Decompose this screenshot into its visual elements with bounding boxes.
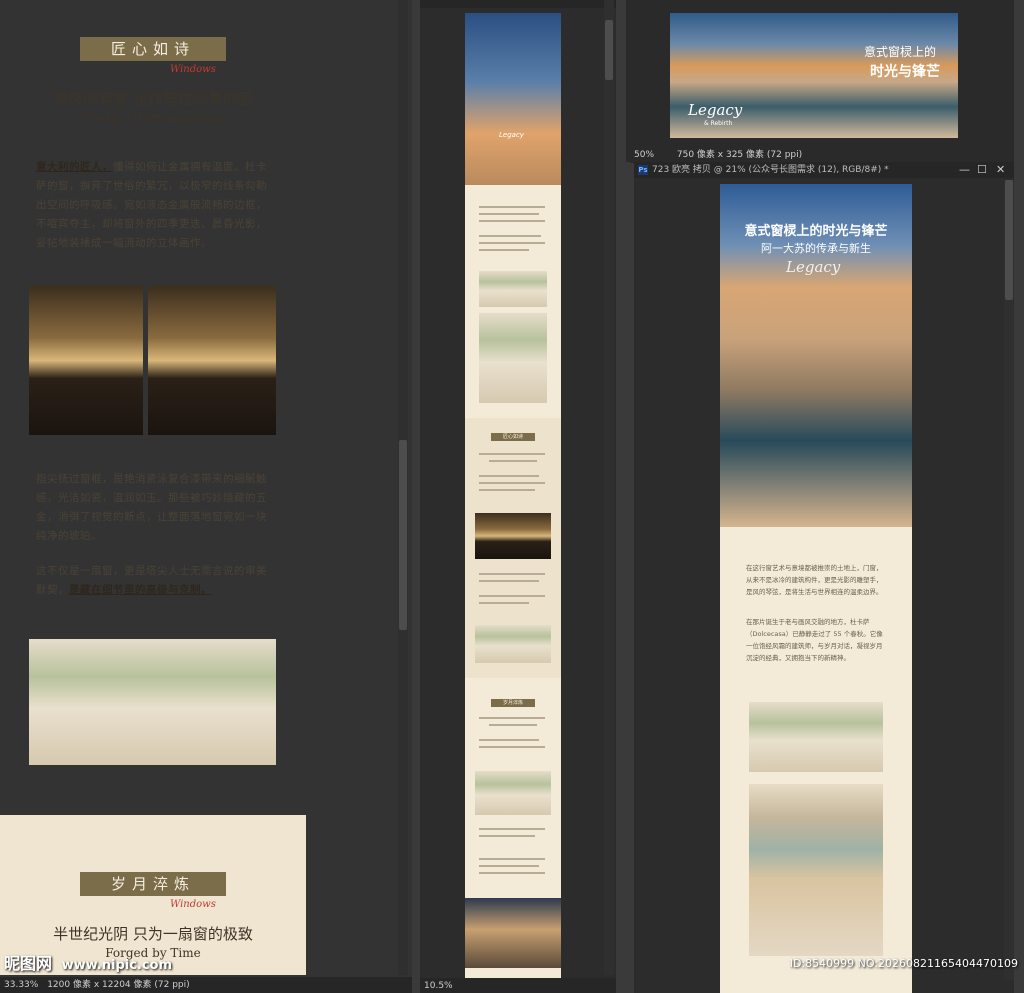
middle-text-line	[479, 206, 545, 208]
middle-text-line	[479, 602, 529, 604]
middle-text-line	[489, 724, 537, 726]
maximize-icon[interactable]: ☐	[977, 162, 987, 178]
middle-text-line	[479, 213, 539, 215]
top-right-logo-sub: & Rebirth	[704, 120, 733, 127]
middle-text-line	[479, 489, 535, 491]
middle-text-line	[479, 475, 539, 477]
middle-text-line	[479, 220, 545, 222]
heading-half-century: 半世纪光阴 只为一扇窗的极致	[53, 925, 253, 943]
middle-text-line	[479, 872, 545, 874]
bottom-right-window-title: 723 欧亮 拷贝 @ 21% (公众号长图需求 (12), RGB/8#) *	[652, 165, 889, 175]
middle-text-line	[479, 235, 541, 237]
middle-scroll-thumb[interactable]	[605, 20, 613, 80]
middle-status-bar: 10.5%	[420, 978, 616, 993]
bottom-right-scroll-thumb[interactable]	[1005, 180, 1013, 300]
middle-zoom-level[interactable]: 10.5%	[424, 981, 453, 991]
top-right-status-bar: 50% 750 像素 x 325 像素 (72 ppi)	[630, 147, 1014, 163]
middle-photo-1	[479, 271, 547, 307]
middle-text-line	[479, 453, 545, 455]
photo-night-interior-left	[29, 286, 143, 435]
top-right-title-line2: 时光与锋芒	[870, 64, 940, 80]
section-badge-time: 岁月淬炼	[80, 872, 226, 896]
nipic-id-watermark: ID:8540999 NO:20260821165404470109	[789, 957, 1018, 970]
middle-badge-2: 岁月淬炼	[491, 699, 535, 707]
bottom-right-document: 意式窗棂上的时光与锋芒 阿一大苏的传承与新生 Legacy 在这行窗艺术与意境都…	[720, 184, 912, 993]
middle-text-line	[479, 595, 545, 597]
middle-photo-2	[479, 313, 547, 403]
middle-photo-bedroom	[465, 898, 561, 968]
paragraph-lead: 意大利的匠人，	[36, 161, 113, 173]
script-windows-1: Windows	[170, 64, 216, 75]
middle-badge-1: 匠心如诗	[491, 433, 535, 441]
left-scroll-thumb[interactable]	[399, 440, 407, 630]
paragraph-touch-frame: 指尖抚过窗框，是艳消瓷泳复合漆带来的细腻触感，光洁如瓷，温润如玉。那些被巧妙隐藏…	[36, 473, 267, 542]
bottom-right-caption: 在这行窗艺术与意境都被推崇的土地上，门窗，从来不是冰冷的建筑构件，更是光影的雕塑…	[746, 564, 883, 596]
subheading-poetic-craftsmanship: Poetic Craftsmanship	[82, 111, 224, 125]
bottom-right-vertical-scrollbar[interactable]	[1004, 180, 1014, 980]
middle-text-line	[479, 739, 539, 741]
middle-vertical-scrollbar[interactable]	[604, 0, 614, 975]
paragraph-bold-ending: 是藏在细节里的高级与克制。	[69, 584, 212, 596]
paragraph-aesthetic-consensus: 这不仅是一扇窗，更是塔尖人士无需言说的审美默契，是藏在细节里的高级与克制。	[36, 562, 276, 600]
bottom-right-paragraph-2: 在那片诞生于老与画风交融的地方，杜卡萨（Dolcecasa）已静静走过了 55 …	[746, 618, 883, 662]
bottom-right-logo: Legacy	[786, 258, 841, 276]
middle-text-line	[479, 482, 545, 484]
middle-text-line	[479, 242, 545, 244]
middle-title-bar	[420, 0, 616, 8]
top-right-title-line1: 意式窗棂上的	[863, 45, 936, 59]
middle-hero-photo	[465, 13, 561, 185]
middle-text-line	[479, 580, 539, 582]
middle-photo-night	[475, 513, 551, 559]
middle-photo-3	[475, 625, 551, 663]
middle-text-line	[489, 460, 537, 462]
top-right-logo: Legacy	[688, 101, 743, 119]
left-status-bar: 33.33% 1200 像素 x 12204 像素 (72 ppi)	[0, 977, 412, 993]
left-doc-info: 1200 像素 x 12204 像素 (72 ppi)	[47, 980, 190, 990]
nipic-watermark: 昵图网 www.nipic.com	[4, 950, 172, 974]
paragraph-italian-craftsmen: 意大利的匠人，懂得如何让金属拥有温度。杜卡萨的窗，摒弃了世俗的繁冗，以极窄的线条…	[36, 158, 276, 253]
bottom-right-photo-pool-view	[749, 784, 883, 956]
nipic-site-url: www.nipic.com	[61, 958, 173, 973]
script-windows-2: Windows	[170, 899, 216, 910]
middle-text-line	[479, 746, 545, 748]
middle-text-line	[479, 858, 545, 860]
middle-text-line	[479, 573, 545, 575]
photo-bright-living-room	[29, 639, 276, 765]
photo-night-interior-right	[148, 286, 276, 435]
top-right-doc-info: 750 像素 x 325 像素 (72 ppi)	[676, 150, 803, 160]
middle-text-line	[479, 865, 539, 867]
middle-text-line	[479, 717, 545, 719]
bottom-right-photo-living	[749, 702, 883, 772]
top-right-hero-photo: 意式窗棂上的 时光与锋芒 Legacy & Rebirth	[670, 13, 958, 138]
top-right-zoom-level[interactable]: 50%	[634, 150, 654, 160]
bottom-right-subtitle: 阿一大苏的传承与新生	[761, 242, 871, 255]
section-badge-craftsmanship: 匠心如诗	[80, 37, 226, 61]
left-zoom-level[interactable]: 33.33%	[4, 980, 38, 990]
middle-text-line	[479, 828, 545, 830]
middle-text-line	[479, 249, 529, 251]
middle-photo-4	[475, 771, 551, 815]
close-icon[interactable]: ✕	[996, 162, 1005, 178]
photoshop-icon: Ps	[638, 165, 648, 175]
heading-minimal-aesthetics: 将极简美学 化作框住风景的画	[53, 90, 253, 108]
nipic-site-name: 昵图网	[4, 954, 53, 973]
minimize-icon[interactable]: —	[959, 162, 970, 178]
left-vertical-scrollbar[interactable]	[398, 0, 408, 975]
middle-text-line	[479, 835, 535, 837]
middle-document: Legacy 匠心如诗 岁月淬炼	[465, 13, 561, 978]
bottom-right-title: 意式窗棂上的时光与锋芒	[744, 224, 888, 239]
bottom-right-title-bar[interactable]: Ps 723 欧亮 拷贝 @ 21% (公众号长图需求 (12), RGB/8#…	[634, 162, 1014, 178]
middle-hero-logo: Legacy	[499, 131, 524, 139]
paragraph-rest: 懂得如何让金属拥有温度。杜卡萨的窗，摒弃了世俗的繁冗，以极窄的线条勾勒出空间的呼…	[36, 161, 267, 249]
